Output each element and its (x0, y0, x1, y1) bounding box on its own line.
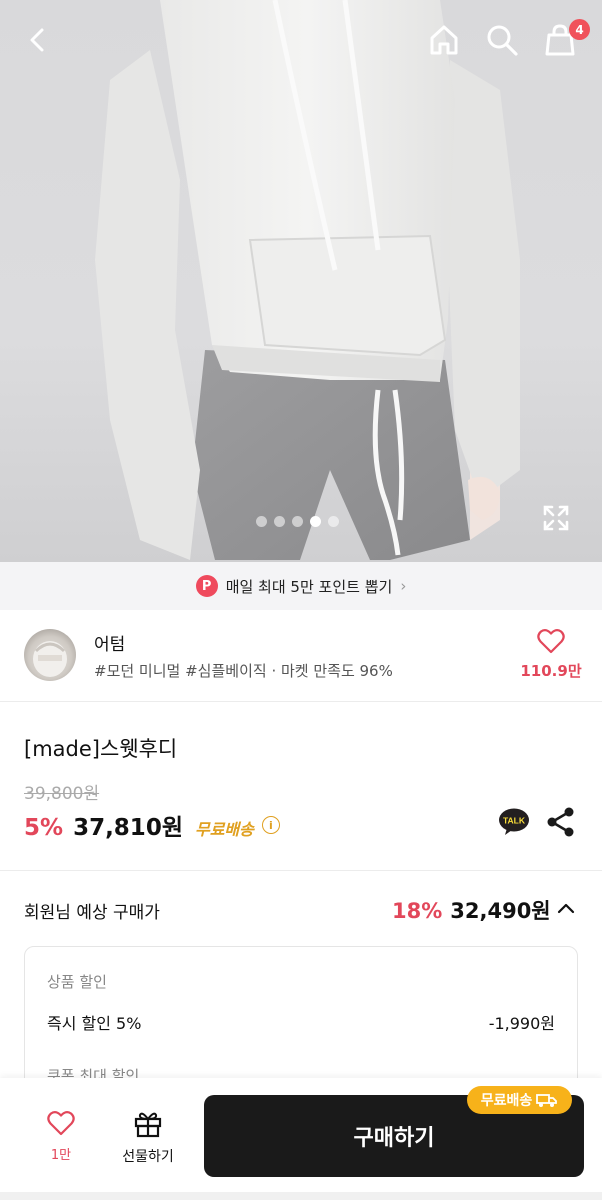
product-title: [made]스웻후디 (24, 737, 178, 761)
free-shipping-tag: 무료배송 (467, 1086, 572, 1114)
expand-icon (543, 505, 569, 531)
gift-button[interactable]: 선물하기 (116, 1110, 180, 1166)
carousel-dot[interactable] (274, 516, 285, 527)
point-badge-icon: P (195, 575, 218, 597)
carousel-dot[interactable] (328, 516, 339, 527)
sale-price: 37,810원 (73, 815, 183, 841)
kakao-talk-icon: TALK (499, 808, 529, 835)
member-price: 18% 32,490원 (392, 895, 551, 925)
chevron-left-icon (30, 28, 44, 52)
product-discount-heading: 상품 할인 (47, 973, 107, 991)
point-event-banner[interactable]: P 매일 최대 5만 포인트 뽑기 › (0, 562, 602, 610)
truck-icon (536, 1094, 558, 1107)
carousel-dot[interactable] (256, 516, 267, 527)
heart-icon (537, 629, 565, 654)
store-like-button[interactable]: 110.9만 (516, 628, 586, 681)
search-button[interactable] (480, 18, 524, 62)
product-photo (95, 0, 520, 560)
store-avatar-image (33, 641, 67, 677)
store-name[interactable]: 어텀 (94, 630, 125, 655)
chevron-right-icon: › (400, 577, 407, 595)
member-price-amount: 32,490원 (450, 899, 551, 923)
info-icon[interactable]: i (261, 816, 280, 834)
price-row: 5% 37,810원 무료배송 i (24, 808, 280, 842)
store-like-count: 110.9만 (520, 662, 582, 680)
instant-discount-value: -1,990원 (488, 1014, 555, 1033)
product-like-button[interactable]: 1만 (36, 1110, 86, 1163)
collapse-toggle[interactable] (556, 900, 576, 916)
chevron-up-icon (557, 903, 575, 914)
store-avatar[interactable] (24, 629, 76, 681)
free-shipping-label: 무료배송 (194, 820, 254, 839)
member-price-label: 회원님 예상 구매가 (24, 903, 160, 923)
section-divider (0, 870, 602, 871)
share-icon (547, 807, 574, 837)
free-shipping-tag-label: 무료배송 (480, 1093, 533, 1109)
carousel-dot[interactable] (292, 516, 303, 527)
expand-image-button[interactable] (540, 502, 572, 534)
cart-count-badge: 4 (569, 19, 590, 40)
share-button[interactable] (546, 806, 576, 838)
search-icon (487, 25, 518, 56)
carousel-indicator (256, 516, 339, 527)
point-banner-text: 매일 최대 5만 포인트 뽑기 (225, 577, 393, 596)
discount-rate: 5% (24, 815, 64, 841)
kakao-talk-button[interactable]: TALK (498, 808, 530, 836)
home-indicator (0, 1192, 602, 1200)
member-discount-rate: 18% (392, 899, 443, 923)
heart-icon (47, 1111, 75, 1136)
original-price: 39,800원 (24, 784, 100, 804)
store-info-row[interactable]: 어텀 #모던 미니멀 #심플베이직 · 마켓 만족도 96% 110.9만 (0, 610, 602, 702)
carousel-dot-active[interactable] (310, 516, 321, 527)
store-tags: #모던 미니멀 #심플베이직 · 마켓 만족도 96% (94, 662, 393, 680)
gift-label: 선물하기 (122, 1149, 174, 1165)
product-like-count: 1만 (50, 1148, 72, 1163)
gift-icon (134, 1112, 162, 1138)
home-button[interactable] (422, 18, 466, 62)
back-button[interactable] (16, 18, 60, 62)
svg-text:TALK: TALK (503, 816, 526, 826)
product-image-carousel[interactable]: 4 (0, 0, 602, 562)
instant-discount-label: 즉시 할인 5% (47, 1014, 142, 1033)
home-icon (430, 25, 458, 55)
